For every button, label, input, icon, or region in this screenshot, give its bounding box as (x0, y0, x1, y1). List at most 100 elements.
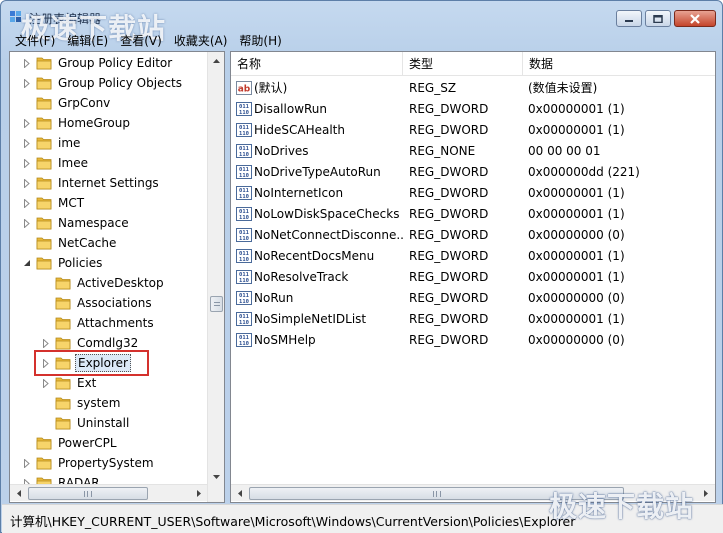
tree-item[interactable]: MCT (22, 193, 86, 213)
value-row[interactable]: 011 110 NoDrives REG_NONE 00 00 00 01 (231, 140, 715, 161)
tree-item[interactable]: Internet Settings (22, 173, 161, 193)
expand-arrow-icon[interactable] (22, 178, 32, 188)
tree-item[interactable]: GrpConv (22, 93, 112, 113)
tree-horizontal-scrollbar[interactable] (10, 484, 207, 501)
folder-icon (36, 456, 52, 470)
column-header-data[interactable]: 数据 (523, 52, 715, 76)
binary-value-icon: 011 110 (236, 227, 252, 242)
value-name-cell: 011 110 NoLowDiskSpaceChecks (231, 206, 403, 221)
expand-arrow-icon[interactable] (22, 118, 32, 128)
tree-item[interactable]: system (41, 393, 122, 413)
tree-hscroll-thumb[interactable] (28, 487, 148, 500)
tree-item[interactable]: Uninstall (41, 413, 131, 433)
tree-item[interactable]: Associations (41, 293, 154, 313)
tree-item[interactable]: Explorer (41, 353, 131, 373)
value-row[interactable]: 011 110 NoNetConnectDisconne... REG_DWORD 0x… (231, 224, 715, 245)
tree-item[interactable]: Policies (22, 253, 104, 273)
expand-arrow-icon[interactable] (22, 158, 32, 168)
value-type: REG_DWORD (409, 227, 489, 242)
column-header-name[interactable]: 名称 (231, 52, 403, 76)
scroll-up-arrow-icon[interactable] (208, 52, 224, 69)
tree-item[interactable]: NetCache (22, 233, 118, 253)
expand-arrow-icon[interactable] (41, 358, 51, 368)
tree-item[interactable]: ActiveDesktop (41, 273, 166, 293)
expand-arrow-icon[interactable] (22, 58, 32, 68)
expand-arrow-icon[interactable] (22, 458, 32, 468)
tree-item[interactable]: Attachments (41, 313, 156, 333)
tree-item-label: system (77, 396, 121, 410)
tree-item[interactable]: PowerCPL (22, 433, 119, 453)
value-row[interactable]: 011 110 NoSMHelp REG_DWORD 0x00000000 (0) (231, 329, 715, 350)
value-data: (数值未设置) (528, 81, 598, 95)
value-row[interactable]: 011 110 NoRun REG_DWORD 0x00000000 (0) (231, 287, 715, 308)
status-path: 计算机\HKEY_CURRENT_USER\Software\Microsoft… (10, 514, 576, 529)
value-row[interactable]: 011 110 NoRecentDocsMenu REG_DWORD 0x0000000… (231, 245, 715, 266)
value-row[interactable]: 011 110 NoLowDiskSpaceChecks REG_DWORD 0x000… (231, 203, 715, 224)
value-data: 0x00000001 (1) (528, 101, 625, 116)
tree-vertical-scrollbar[interactable] (207, 52, 224, 502)
expand-arrow-icon[interactable] (22, 198, 32, 208)
list-horizontal-scrollbar[interactable] (231, 484, 715, 501)
tree-item[interactable]: ime (22, 133, 82, 153)
expand-arrow-icon[interactable] (41, 378, 51, 388)
close-button[interactable] (674, 10, 716, 27)
value-data: 0x00000000 (0) (528, 227, 625, 242)
folder-icon (36, 436, 52, 450)
folder-icon (55, 376, 71, 390)
expand-arrow-icon[interactable] (41, 338, 51, 348)
binary-value-icon: 011 110 (236, 101, 252, 116)
value-name: DisallowRun (254, 101, 328, 116)
tree-item[interactable]: PropertySystem (22, 453, 156, 473)
scroll-down-arrow-icon[interactable] (208, 468, 224, 485)
value-row[interactable]: 011 110 NoResolveTrack REG_DWORD 0x00000001 … (231, 266, 715, 287)
string-value-icon: ab (236, 80, 252, 95)
value-name-cell: 011 110 NoSMHelp (231, 332, 403, 347)
collapse-arrow-icon[interactable] (22, 258, 32, 268)
key-tree-pane[interactable]: Group Policy Editor Group Policy Objects G… (9, 51, 225, 503)
tree-item[interactable]: Group Policy Objects (22, 73, 184, 93)
menu-help[interactable]: 帮助(H) (233, 32, 287, 51)
tree-item[interactable]: Group Policy Editor (22, 53, 174, 73)
scroll-left-arrow-icon[interactable] (10, 485, 27, 502)
value-name: NoSMHelp (254, 332, 316, 347)
tree-item[interactable]: Namespace (22, 213, 131, 233)
list-hscroll-thumb[interactable] (249, 487, 624, 500)
tree-item-label: Group Policy Editor (58, 56, 173, 70)
value-row[interactable]: ab (默认) REG_SZ (数值未设置) (231, 77, 715, 98)
tree-scroll-thumb[interactable] (210, 296, 223, 312)
minimize-button[interactable] (616, 10, 642, 27)
tree-item[interactable]: Imee (22, 153, 90, 173)
list-header: 名称 类型 数据 (231, 52, 715, 76)
menu-favorites[interactable]: 收藏夹(A) (168, 32, 234, 51)
value-name: HideSCAHealth (254, 122, 345, 137)
value-row[interactable]: 011 110 DisallowRun REG_DWORD 0x00000001 (1) (231, 98, 715, 119)
list-scroll-left-arrow-icon[interactable] (231, 485, 248, 502)
tree-item[interactable]: HomeGroup (22, 113, 132, 133)
registry-editor-window: 注册表编辑器 极速下载站 文件(F) 编辑(E) 查看(V) 收藏夹(A) 帮助… (0, 0, 723, 533)
values-list-pane[interactable]: 名称 类型 数据 ab (默认) REG_SZ (数值未设置) 011 110 Disall… (230, 51, 716, 503)
binary-value-icon: 011 110 (236, 311, 252, 326)
expand-arrow-icon[interactable] (22, 218, 32, 228)
column-header-type[interactable]: 类型 (403, 52, 523, 76)
menu-view[interactable]: 查看(V) (114, 32, 168, 51)
menu-file[interactable]: 文件(F) (9, 32, 61, 51)
menu-edit[interactable]: 编辑(E) (61, 32, 114, 51)
list-scroll-right-arrow-icon[interactable] (697, 485, 714, 502)
scroll-right-arrow-icon[interactable] (190, 485, 207, 502)
expand-arrow-icon[interactable] (22, 78, 32, 88)
expand-arrow-icon[interactable] (22, 138, 32, 148)
value-row[interactable]: 011 110 NoSimpleNetIDList REG_DWORD 0x000000… (231, 308, 715, 329)
value-row[interactable]: 011 110 HideSCAHealth REG_DWORD 0x00000001 (… (231, 119, 715, 140)
value-row[interactable]: 011 110 NoInternetIcon REG_DWORD 0x00000001 … (231, 182, 715, 203)
value-type: REG_DWORD (409, 332, 489, 347)
maximize-icon (653, 14, 663, 23)
value-row[interactable]: 011 110 NoDriveTypeAutoRun REG_DWORD 0x00000… (231, 161, 715, 182)
maximize-button[interactable] (645, 10, 671, 27)
value-name: NoDriveTypeAutoRun (254, 164, 381, 179)
tree-item[interactable]: Ext (41, 373, 98, 393)
tree-item[interactable]: Comdlg32 (41, 333, 140, 353)
tree-item-label: Policies (58, 256, 103, 270)
